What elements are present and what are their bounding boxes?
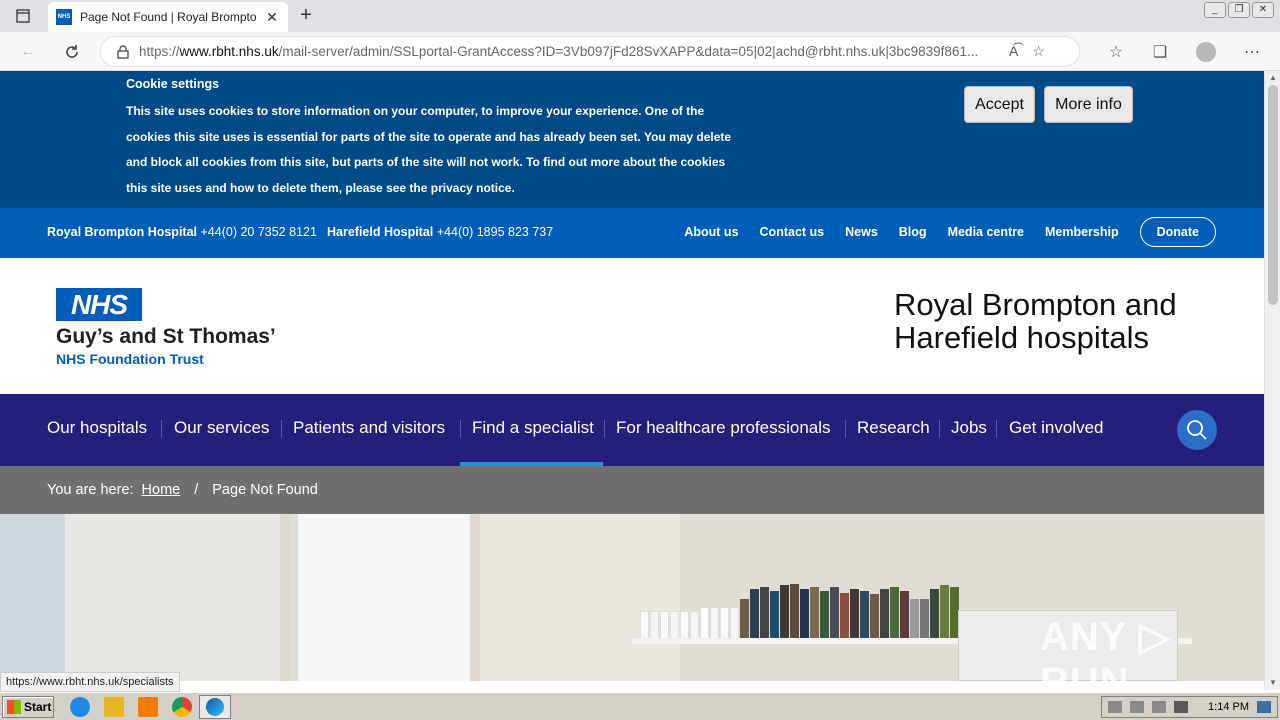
security-icon[interactable] xyxy=(1174,701,1189,713)
nav-our-services[interactable]: Our services xyxy=(174,418,269,438)
window-controls: _ ❐ ✕ xyxy=(1204,2,1274,18)
url-text: https://www.rbht.nhs.uk/mail-server/admi… xyxy=(139,44,979,59)
browser-tab-bar: NHS Page Not Found | Royal Brompton ✕ + … xyxy=(0,0,1280,32)
link-news[interactable]: News xyxy=(845,225,878,239)
anyrun-watermark: ANY ▷ RUN xyxy=(1040,615,1171,681)
chrome-icon[interactable] xyxy=(172,697,192,717)
scroll-thumb[interactable] xyxy=(1268,85,1278,305)
breadcrumb: You are here: Home / Page Not Found xyxy=(0,466,1264,514)
profile-avatar-icon[interactable] xyxy=(1194,40,1218,64)
more-menu-icon[interactable]: ⋯ xyxy=(1240,40,1264,64)
browser-tab[interactable]: NHS Page Not Found | Royal Brompton ✕ xyxy=(48,2,288,32)
nav-healthcare-professionals[interactable]: For healthcare professionals xyxy=(616,418,831,438)
flag-icon[interactable] xyxy=(1152,701,1167,713)
collections-icon[interactable]: ❏ xyxy=(1148,40,1172,64)
page-scrollbar[interactable]: ▲ ▼ xyxy=(1264,71,1280,690)
media-player-icon[interactable] xyxy=(138,697,158,717)
minimize-icon[interactable]: _ xyxy=(1204,2,1226,18)
harefield-phone[interactable]: Harefield Hospital +44(0) 1895 823 737 xyxy=(327,225,553,239)
trust-name: Guy’s and St Thomas’ xyxy=(56,325,276,348)
explorer-icon[interactable] xyxy=(104,697,124,717)
breadcrumb-current: Page Not Found xyxy=(212,482,318,498)
show-desktop-icon[interactable] xyxy=(1257,701,1271,713)
nav-research[interactable]: Research xyxy=(857,418,930,438)
network-icon[interactable] xyxy=(1130,701,1145,713)
utility-links: About us Contact us News Blog Media cent… xyxy=(684,217,1216,247)
accept-cookies-button[interactable]: Accept xyxy=(964,86,1035,123)
add-favorite-icon[interactable]: ☆ xyxy=(1032,43,1045,60)
search-icon xyxy=(1187,420,1207,440)
refresh-icon[interactable] xyxy=(60,40,84,64)
link-media-centre[interactable]: Media centre xyxy=(948,225,1024,239)
site-favicon-icon: NHS xyxy=(56,9,72,25)
restore-icon[interactable]: ❐ xyxy=(1228,2,1250,18)
new-tab-button[interactable]: + xyxy=(296,5,316,26)
nav-patients-visitors[interactable]: Patients and visitors xyxy=(293,418,445,438)
close-window-icon[interactable]: ✕ xyxy=(1252,2,1274,18)
system-tray: 1:14 PM xyxy=(1101,696,1278,718)
donate-button[interactable]: Donate xyxy=(1139,217,1216,247)
scroll-up-icon[interactable]: ▲ xyxy=(1265,71,1280,85)
cookie-banner: Cookie settings This site uses cookies t… xyxy=(0,71,1264,208)
contact-bar: Royal Brompton Hospital +44(0) 20 7352 8… xyxy=(0,208,1264,258)
favorites-icon[interactable]: ☆ xyxy=(1104,40,1128,64)
link-membership[interactable]: Membership xyxy=(1045,225,1119,239)
clock[interactable]: 1:14 PM xyxy=(1208,701,1249,713)
tab-actions-icon[interactable] xyxy=(8,6,38,26)
lock-icon xyxy=(117,44,129,59)
nav-get-involved[interactable]: Get involved xyxy=(1009,418,1104,438)
cookie-title: Cookie settings xyxy=(126,77,220,91)
web-page: Cookie settings This site uses cookies t… xyxy=(0,71,1264,681)
nav-find-a-specialist[interactable]: Find a specialist xyxy=(472,418,594,438)
link-about-us[interactable]: About us xyxy=(684,225,738,239)
more-info-button[interactable]: More info xyxy=(1044,86,1133,123)
royal-brompton-phone[interactable]: Royal Brompton Hospital +44(0) 20 7352 8… xyxy=(47,225,317,239)
nav-jobs[interactable]: Jobs xyxy=(951,418,987,438)
tab-close-icon[interactable]: ✕ xyxy=(264,9,280,26)
link-blog[interactable]: Blog xyxy=(899,225,927,239)
edge-taskbar-button[interactable] xyxy=(199,695,231,719)
back-arrow-icon[interactable]: ← xyxy=(16,40,40,64)
breadcrumb-home-link[interactable]: Home xyxy=(142,482,181,498)
site-header: NHS Guy’s and St Thomas’ NHS Foundation … xyxy=(0,258,1264,394)
hero-image: ANY ▷ RUN xyxy=(0,514,1264,681)
breadcrumb-prefix: You are here: xyxy=(47,482,134,498)
search-button[interactable] xyxy=(1177,410,1217,450)
site-name-logo[interactable]: Royal Brompton and Harefield hospitals xyxy=(894,288,1224,354)
tab-title: Page Not Found | Royal Brompton xyxy=(80,10,256,24)
address-bar[interactable]: https://www.rbht.nhs.uk/mail-server/admi… xyxy=(100,36,1080,67)
edge-icon xyxy=(206,698,224,716)
trust-subtitle: NHS Foundation Trust xyxy=(56,351,204,367)
cookie-text: This site uses cookies to store informat… xyxy=(126,104,732,195)
ie-icon[interactable] xyxy=(70,697,90,717)
nav-our-hospitals[interactable]: Our hospitals xyxy=(47,418,147,438)
volume-icon[interactable] xyxy=(1108,701,1123,713)
browser-toolbar: ← https://www.rbht.nhs.uk/mail-server/ad… xyxy=(0,32,1280,71)
start-button[interactable]: Start xyxy=(2,696,54,718)
nhs-logo[interactable]: NHS xyxy=(56,288,142,321)
link-contact-us[interactable]: Contact us xyxy=(760,225,825,239)
status-bar-url: https://www.rbht.nhs.uk/specialists xyxy=(0,672,180,692)
windows-logo-icon xyxy=(7,700,21,714)
read-aloud-icon[interactable]: A͡ xyxy=(1009,43,1018,60)
windows-taskbar: Start 1:14 PM xyxy=(0,692,1280,720)
scroll-down-icon[interactable]: ▼ xyxy=(1265,676,1280,690)
breadcrumb-separator: / xyxy=(194,482,199,498)
main-navigation: Our hospitals Our services Patients and … xyxy=(0,394,1264,466)
